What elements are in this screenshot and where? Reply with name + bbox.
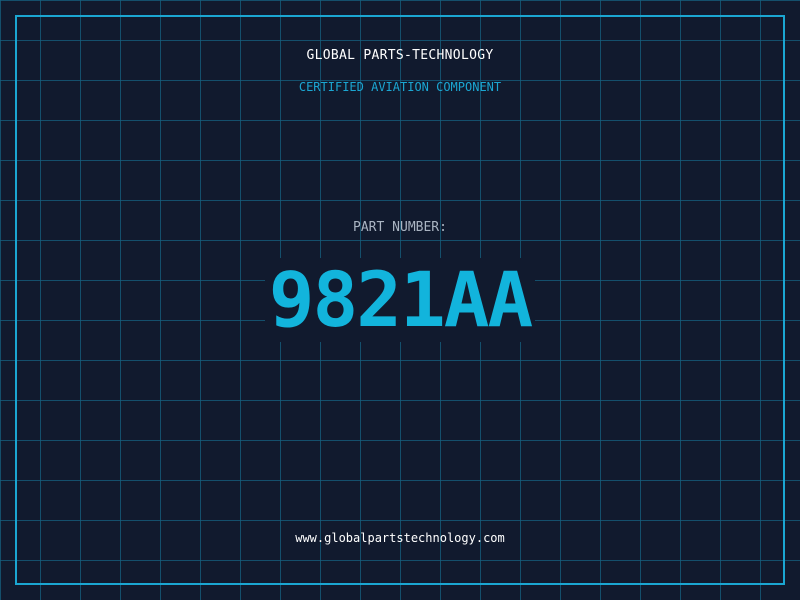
- part-number-label: PART NUMBER:: [353, 220, 447, 235]
- part-number-container: 9821AA: [0, 258, 800, 342]
- company-name: GLOBAL PARTS-TECHNOLOGY: [306, 48, 494, 63]
- website-url: www.globalpartstechnology.com: [295, 531, 505, 545]
- part-label-card: GLOBAL PARTS-TECHNOLOGY CERTIFIED AVIATI…: [0, 0, 800, 600]
- certification-tagline: CERTIFIED AVIATION COMPONENT: [298, 80, 502, 94]
- part-number-value: 9821AA: [264, 258, 536, 342]
